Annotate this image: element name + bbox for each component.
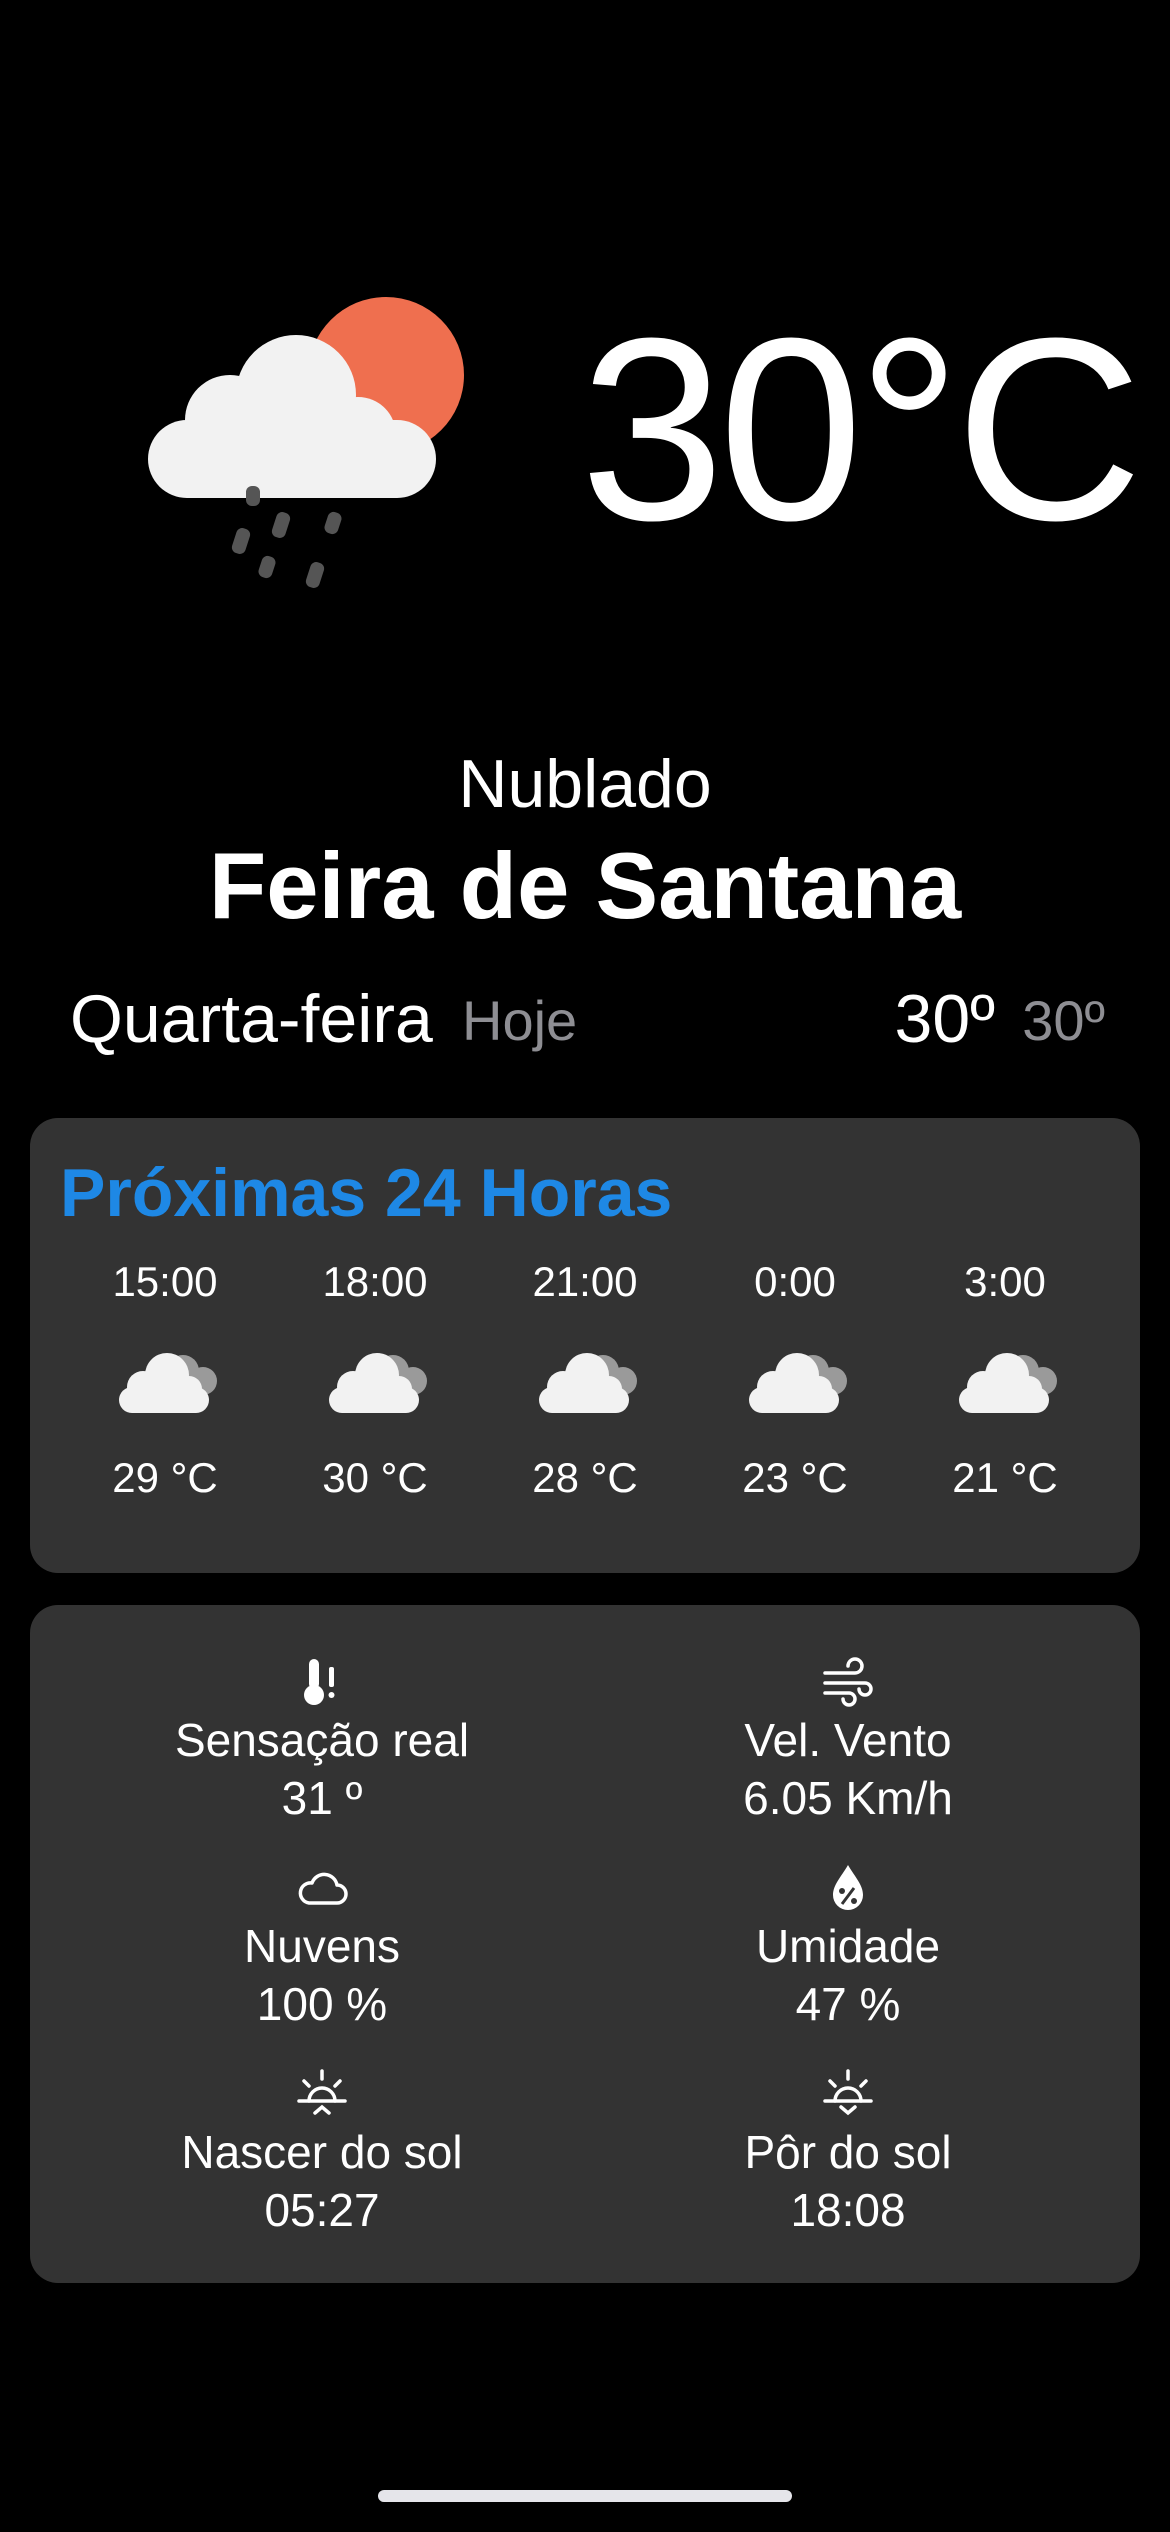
cloud-icon [329, 1353, 427, 1413]
humidity-detail: Umidade 47 % [588, 1861, 1108, 2033]
hour-temp: 30 °C [322, 1454, 428, 1501]
hour-temp: 28 °C [532, 1454, 638, 1501]
hour-temp: 29 °C [112, 1454, 218, 1501]
feels-like-value: 31 º [281, 1772, 363, 1824]
today-label: Hoje [462, 989, 578, 1052]
day-summary: Quarta-feira Hoje 30º 30º [70, 980, 1105, 1060]
cloud-icon [959, 1353, 1057, 1413]
sunrise-icon [297, 2069, 347, 2115]
hour-temp: 23 °C [742, 1454, 848, 1501]
feels-like-label: Sensação real [174, 1714, 470, 1766]
day-name: Quarta-feira [70, 981, 433, 1057]
home-indicator[interactable] [378, 2490, 792, 2502]
cloud-sun-rain-icon [148, 297, 464, 588]
cloud-icon [749, 1353, 847, 1413]
humidity-drop-icon [833, 1865, 863, 1910]
hour-time: 15:00 [112, 1258, 218, 1305]
hour-time: 18:00 [322, 1258, 428, 1305]
hourly-forecast-card: Próximas 24 Horas 15:00 29 °C 18:00 30 °… [30, 1118, 1140, 1573]
city-name: Feira de Santana [208, 833, 962, 938]
sunrise-detail: Nascer do sol 05:27 [62, 2067, 582, 2239]
sunset-icon [823, 2069, 873, 2116]
details-card: Sensação real 31 º Vel. Vento 6.05 Km/h … [30, 1605, 1140, 2283]
cloud-icon [539, 1353, 637, 1413]
cloud-icon [119, 1353, 217, 1413]
sunrise-value: 05:27 [264, 2184, 380, 2236]
hourly-title: Próximas 24 Horas [60, 1155, 673, 1231]
humidity-value: 47 % [795, 1978, 901, 2030]
wind-detail: Vel. Vento 6.05 Km/h [588, 1655, 1108, 1827]
feels-like-detail: Sensação real 31 º [62, 1655, 582, 1827]
sunset-detail: Pôr do sol 18:08 [588, 2067, 1108, 2239]
cloud-outline-icon [298, 1872, 348, 1905]
sunset-label: Pôr do sol [744, 2126, 952, 2178]
clouds-label: Nuvens [244, 1920, 400, 1972]
wind-label: Vel. Vento [744, 1714, 952, 1766]
sunset-value: 18:08 [790, 2184, 906, 2236]
hour-time: 0:00 [754, 1258, 836, 1305]
wind-value: 6.05 Km/h [743, 1772, 953, 1824]
temp-max: 30º [894, 981, 995, 1057]
weather-condition: Nublado [458, 746, 712, 822]
humidity-label: Umidade [755, 1920, 941, 1972]
current-temperature: 30°C [580, 285, 1143, 575]
hour-temp: 21 °C [952, 1454, 1058, 1501]
sunrise-label: Nascer do sol [181, 2126, 463, 2178]
clouds-value: 100 % [256, 1978, 388, 2030]
wind-icon [823, 1657, 873, 1707]
temp-min: 30º [1022, 989, 1105, 1052]
clouds-detail: Nuvens 100 % [62, 1861, 582, 2033]
thermometer-alert-icon [304, 1659, 335, 1705]
hour-time: 21:00 [532, 1258, 638, 1305]
hour-time: 3:00 [964, 1258, 1046, 1305]
